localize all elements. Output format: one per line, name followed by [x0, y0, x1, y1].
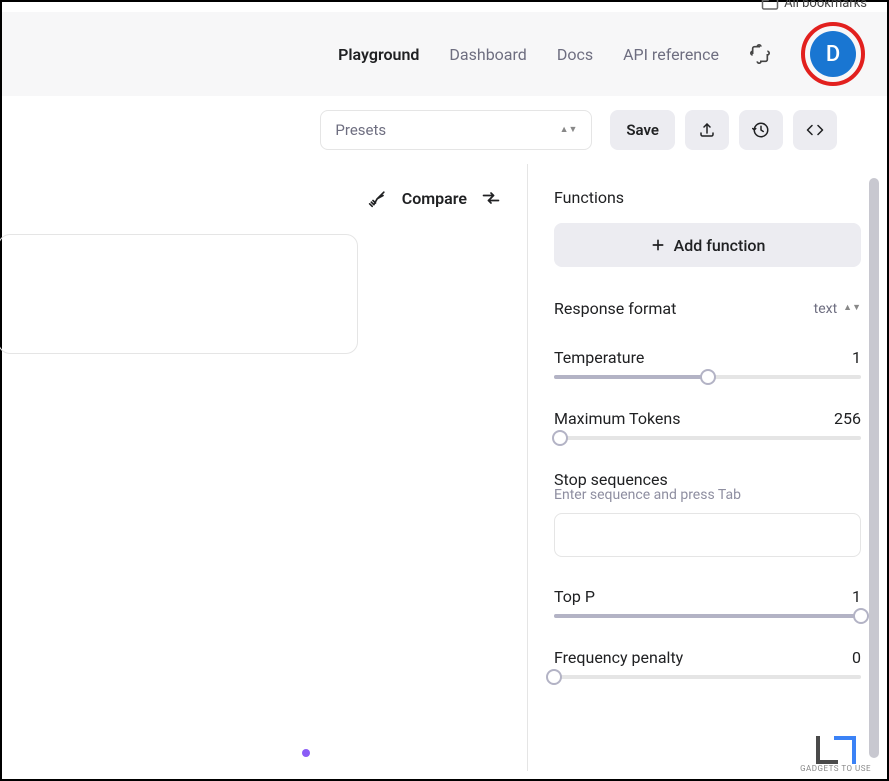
nav-playground[interactable]: Playground — [338, 45, 419, 64]
upload-button[interactable] — [685, 110, 729, 150]
header: Playground Dashboard Docs API reference … — [2, 12, 887, 96]
frequency-penalty-slider[interactable] — [554, 675, 861, 679]
nav-dashboard[interactable]: Dashboard — [449, 45, 526, 64]
max-tokens-label: Maximum Tokens — [554, 409, 680, 428]
scrollbar[interactable] — [869, 178, 879, 758]
save-button[interactable]: Save — [610, 110, 675, 150]
code-button[interactable] — [793, 110, 837, 150]
add-function-button[interactable]: Add function — [554, 223, 861, 267]
compare-label: Compare — [402, 189, 467, 208]
temperature-value: 1 — [852, 348, 861, 367]
message-input[interactable] — [0, 234, 358, 354]
response-format-select[interactable]: text ▲▼ — [814, 301, 861, 317]
top-p-label: Top P — [554, 587, 595, 606]
upload-icon — [698, 121, 716, 139]
history-button[interactable] — [739, 110, 783, 150]
status-dot — [302, 749, 310, 757]
frequency-penalty-label: Frequency penalty — [554, 648, 683, 667]
plus-icon — [650, 237, 666, 253]
top-p-slider[interactable] — [554, 614, 861, 618]
nav-docs[interactable]: Docs — [557, 45, 593, 64]
presets-select[interactable]: Presets ▲▼ — [320, 110, 592, 150]
main: Compare Functions Add function Response … — [2, 164, 887, 771]
history-icon — [752, 121, 770, 139]
avatar-highlight: D — [801, 22, 865, 86]
compare-arrows-icon[interactable] — [481, 188, 501, 208]
watermark: GADGETS TO USE — [800, 736, 871, 773]
broom-icon[interactable] — [368, 188, 388, 208]
code-icon — [806, 121, 824, 139]
max-tokens-value: 256 — [834, 409, 861, 428]
max-tokens-slider[interactable] — [554, 436, 861, 440]
functions-title: Functions — [554, 188, 861, 207]
chevron-updown-icon: ▲▼ — [843, 306, 861, 311]
temperature-label: Temperature — [554, 348, 644, 367]
nav: Playground Dashboard Docs API reference — [338, 45, 719, 64]
settings-panel: Functions Add function Response format t… — [527, 164, 887, 771]
stop-sequences-input[interactable] — [554, 513, 861, 557]
response-format-label: Response format — [554, 299, 676, 318]
chevron-updown-icon: ▲▼ — [560, 128, 578, 133]
frequency-penalty-value: 0 — [852, 648, 861, 667]
bookmark-folder-icon — [762, 0, 778, 10]
presets-placeholder: Presets — [335, 121, 386, 139]
stop-sequences-hint: Enter sequence and press Tab — [554, 487, 861, 503]
bookmarks-label[interactable]: All bookmarks — [784, 0, 867, 11]
nav-api-reference[interactable]: API reference — [623, 45, 719, 64]
temperature-slider[interactable] — [554, 375, 861, 379]
add-function-label: Add function — [674, 236, 766, 255]
top-p-value: 1 — [852, 587, 861, 606]
toolbar: Presets ▲▼ Save — [2, 96, 887, 164]
extension-icon[interactable] — [749, 43, 771, 65]
left-panel: Compare — [2, 164, 527, 771]
